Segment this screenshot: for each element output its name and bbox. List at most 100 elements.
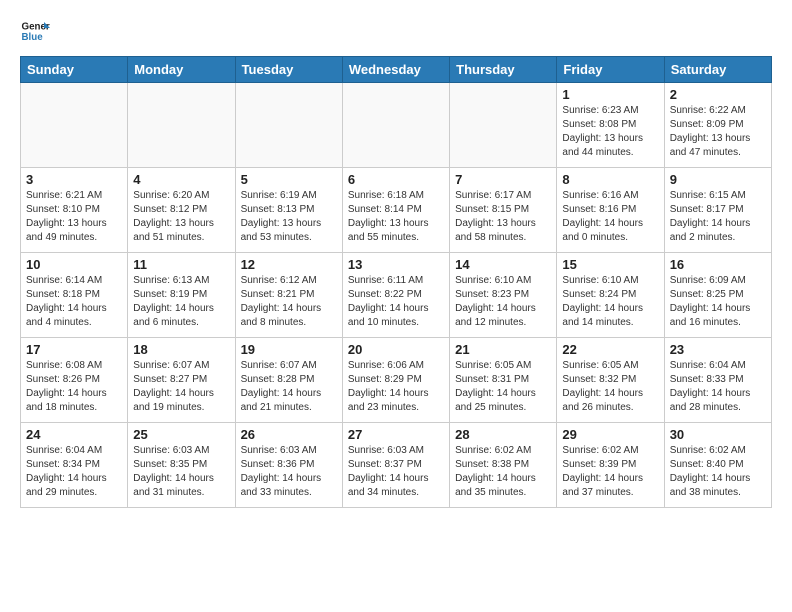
day-number: 28 [455,427,551,442]
day-info: Sunrise: 6:10 AM Sunset: 8:23 PM Dayligh… [455,274,551,330]
day-number: 17 [26,342,122,357]
calendar-cell: 7 Sunrise: 6:17 AM Sunset: 8:15 PM Daylig… [450,168,557,253]
day-info: Sunrise: 6:02 AM Sunset: 8:40 PM Dayligh… [670,444,766,500]
weekday-header-saturday: Saturday [664,57,771,83]
day-info: Sunrise: 6:23 AM Sunset: 8:08 PM Dayligh… [562,104,658,160]
day-number: 1 [562,87,658,102]
day-number: 16 [670,257,766,272]
calendar-cell: 4 Sunrise: 6:20 AM Sunset: 8:12 PM Daylig… [128,168,235,253]
day-info: Sunrise: 6:11 AM Sunset: 8:22 PM Dayligh… [348,274,444,330]
day-info: Sunrise: 6:08 AM Sunset: 8:26 PM Dayligh… [26,359,122,415]
day-number: 11 [133,257,229,272]
day-number: 24 [26,427,122,442]
weekday-header-monday: Monday [128,57,235,83]
day-info: Sunrise: 6:04 AM Sunset: 8:33 PM Dayligh… [670,359,766,415]
day-info: Sunrise: 6:15 AM Sunset: 8:17 PM Dayligh… [670,189,766,245]
day-info: Sunrise: 6:03 AM Sunset: 8:36 PM Dayligh… [241,444,337,500]
calendar-cell: 11 Sunrise: 6:13 AM Sunset: 8:19 PM Dayli… [128,253,235,338]
logo: General Blue [20,16,50,46]
day-info: Sunrise: 6:14 AM Sunset: 8:18 PM Dayligh… [26,274,122,330]
day-number: 21 [455,342,551,357]
calendar-cell: 2 Sunrise: 6:22 AM Sunset: 8:09 PM Daylig… [664,83,771,168]
calendar-cell: 25Sunrise: 6:03 AM Sunset: 8:35 PM Dayli… [128,423,235,508]
calendar-cell: 29 Sunrise: 6:02 AM Sunset: 8:39 PM Dayli… [557,423,664,508]
day-number: 30 [670,427,766,442]
day-number: 13 [348,257,444,272]
day-info: Sunrise: 6:13 AM Sunset: 8:19 PM Dayligh… [133,274,229,330]
day-info: Sunrise: 6:02 AM Sunset: 8:38 PM Dayligh… [455,444,551,500]
calendar-cell: 14 Sunrise: 6:10 AM Sunset: 8:23 PM Dayli… [450,253,557,338]
day-info: Sunrise: 6:09 AM Sunset: 8:25 PM Dayligh… [670,274,766,330]
day-number: 25 [133,427,229,442]
day-info: Sunrise: 6:22 AM Sunset: 8:09 PM Dayligh… [670,104,766,160]
calendar-cell [342,83,449,168]
week-row-1: 1 Sunrise: 6:23 AM Sunset: 8:08 PM Daylig… [21,83,772,168]
calendar-cell: 1 Sunrise: 6:23 AM Sunset: 8:08 PM Daylig… [557,83,664,168]
day-number: 7 [455,172,551,187]
day-info: Sunrise: 6:05 AM Sunset: 8:32 PM Dayligh… [562,359,658,415]
calendar-cell: 19 Sunrise: 6:07 AM Sunset: 8:28 PM Dayli… [235,338,342,423]
day-number: 27 [348,427,444,442]
day-number: 23 [670,342,766,357]
day-number: 19 [241,342,337,357]
calendar-cell: 18Sunrise: 6:07 AM Sunset: 8:27 PM Dayli… [128,338,235,423]
weekday-header-sunday: Sunday [21,57,128,83]
calendar-cell: 12 Sunrise: 6:12 AM Sunset: 8:21 PM Dayli… [235,253,342,338]
calendar-cell [235,83,342,168]
day-info: Sunrise: 6:03 AM Sunset: 8:37 PM Dayligh… [348,444,444,500]
weekday-header-tuesday: Tuesday [235,57,342,83]
day-number: 2 [670,87,766,102]
calendar-cell: 24 Sunrise: 6:04 AM Sunset: 8:34 PM Dayli… [21,423,128,508]
day-number: 29 [562,427,658,442]
day-info: Sunrise: 6:12 AM Sunset: 8:21 PM Dayligh… [241,274,337,330]
day-number: 4 [133,172,229,187]
day-info: Sunrise: 6:20 AM Sunset: 8:12 PM Dayligh… [133,189,229,245]
day-info: Sunrise: 6:21 AM Sunset: 8:10 PM Dayligh… [26,189,122,245]
calendar-cell: 5Sunrise: 6:19 AM Sunset: 8:13 PM Daylig… [235,168,342,253]
day-info: Sunrise: 6:17 AM Sunset: 8:15 PM Dayligh… [455,189,551,245]
calendar-cell [21,83,128,168]
calendar-cell: 6Sunrise: 6:18 AM Sunset: 8:14 PM Daylig… [342,168,449,253]
calendar-cell: 28 Sunrise: 6:02 AM Sunset: 8:38 PM Dayli… [450,423,557,508]
calendar-cell: 27 Sunrise: 6:03 AM Sunset: 8:37 PM Dayli… [342,423,449,508]
day-info: Sunrise: 6:16 AM Sunset: 8:16 PM Dayligh… [562,189,658,245]
header: General Blue [20,16,772,46]
day-number: 20 [348,342,444,357]
day-number: 8 [562,172,658,187]
day-info: Sunrise: 6:04 AM Sunset: 8:34 PM Dayligh… [26,444,122,500]
weekday-header-wednesday: Wednesday [342,57,449,83]
calendar-cell: 8 Sunrise: 6:16 AM Sunset: 8:16 PM Daylig… [557,168,664,253]
svg-text:Blue: Blue [22,32,44,43]
day-number: 18 [133,342,229,357]
calendar-cell: 13 Sunrise: 6:11 AM Sunset: 8:22 PM Dayli… [342,253,449,338]
day-info: Sunrise: 6:10 AM Sunset: 8:24 PM Dayligh… [562,274,658,330]
day-info: Sunrise: 6:18 AM Sunset: 8:14 PM Dayligh… [348,189,444,245]
day-info: Sunrise: 6:06 AM Sunset: 8:29 PM Dayligh… [348,359,444,415]
calendar-cell: 17 Sunrise: 6:08 AM Sunset: 8:26 PM Dayli… [21,338,128,423]
calendar-cell: 26 Sunrise: 6:03 AM Sunset: 8:36 PM Dayli… [235,423,342,508]
calendar-cell: 20 Sunrise: 6:06 AM Sunset: 8:29 PM Dayli… [342,338,449,423]
calendar-cell: 15 Sunrise: 6:10 AM Sunset: 8:24 PM Dayli… [557,253,664,338]
calendar-table: SundayMondayTuesdayWednesdayThursdayFrid… [20,56,772,508]
calendar-cell: 30 Sunrise: 6:02 AM Sunset: 8:40 PM Dayli… [664,423,771,508]
day-info: Sunrise: 6:02 AM Sunset: 8:39 PM Dayligh… [562,444,658,500]
calendar-cell: 3 Sunrise: 6:21 AM Sunset: 8:10 PM Daylig… [21,168,128,253]
calendar-cell [450,83,557,168]
weekday-header-thursday: Thursday [450,57,557,83]
calendar-cell: 10 Sunrise: 6:14 AM Sunset: 8:18 PM Dayli… [21,253,128,338]
day-number: 12 [241,257,337,272]
calendar-cell: 16 Sunrise: 6:09 AM Sunset: 8:25 PM Dayli… [664,253,771,338]
day-number: 9 [670,172,766,187]
day-number: 10 [26,257,122,272]
day-number: 15 [562,257,658,272]
week-row-2: 3 Sunrise: 6:21 AM Sunset: 8:10 PM Daylig… [21,168,772,253]
calendar-cell: 23 Sunrise: 6:04 AM Sunset: 8:33 PM Dayli… [664,338,771,423]
day-number: 3 [26,172,122,187]
page: General Blue SundayMondayTuesdayWednesda… [0,0,792,524]
day-number: 26 [241,427,337,442]
calendar-cell [128,83,235,168]
calendar-cell: 21Sunrise: 6:05 AM Sunset: 8:31 PM Dayli… [450,338,557,423]
day-number: 14 [455,257,551,272]
week-row-5: 24 Sunrise: 6:04 AM Sunset: 8:34 PM Dayli… [21,423,772,508]
day-info: Sunrise: 6:07 AM Sunset: 8:28 PM Dayligh… [241,359,337,415]
